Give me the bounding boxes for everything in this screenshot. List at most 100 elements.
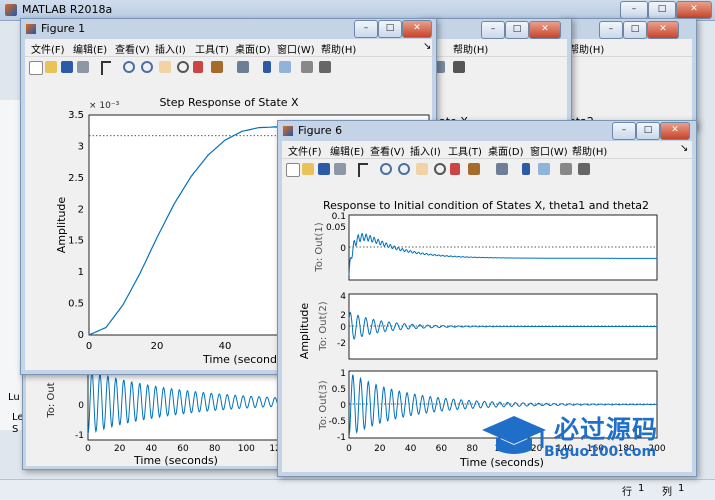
show-tools-icon[interactable] — [578, 163, 590, 175]
zoom-out-icon[interactable] — [141, 61, 153, 73]
main-close-button[interactable]: ✕ — [676, 1, 712, 19]
print-icon[interactable] — [77, 61, 89, 73]
figure-6-title-bar: Figure 6 – □ ✕ — [278, 121, 696, 141]
figure-icon — [26, 24, 36, 34]
zoom-in-icon[interactable] — [123, 61, 135, 73]
dock-icon[interactable] — [453, 61, 465, 73]
menu-desktop[interactable]: 桌面(D) — [488, 143, 524, 158]
subplot-out1-ylabel: To: Out(1) — [314, 222, 325, 272]
colorbar-icon[interactable] — [263, 61, 271, 73]
bg-bottom-ylabel: To: Out — [46, 382, 57, 418]
menu-file[interactable]: 文件(F) — [31, 41, 65, 56]
background-figure-a[interactable]: – □ ✕ 帮助(H) ate X — [420, 18, 572, 130]
colorbar-icon[interactable] — [522, 163, 530, 175]
subplot-out3-ylabel: To: Out(3) — [318, 380, 329, 430]
menu-dock-arrow-icon[interactable]: ↘ — [680, 143, 688, 154]
open-file-icon[interactable] — [45, 61, 57, 73]
menu-window[interactable]: 窗口(W) — [277, 41, 315, 56]
bga-maximize-button[interactable]: □ — [505, 21, 529, 39]
menu-view[interactable]: 查看(V) — [370, 143, 405, 158]
fig1-close-button[interactable]: ✕ — [402, 20, 432, 38]
print-icon[interactable] — [334, 163, 346, 175]
menu-help[interactable]: 帮助(H) — [453, 41, 488, 56]
main-window-title: MATLAB R2018a — [22, 3, 113, 16]
legend-icon[interactable] — [279, 61, 291, 73]
menu-tools[interactable]: 工具(T) — [448, 143, 482, 158]
bgb-menubar: 帮助(H) — [565, 39, 692, 56]
bg-bottom-ytick: -1 — [75, 431, 84, 441]
out1-ytick: 0.1 — [332, 212, 346, 222]
pointer-icon[interactable] — [358, 163, 368, 177]
y-tick-label: 1 — [78, 267, 84, 278]
background-figure-bottom[interactable]: To: Out 0 -1 020406080100120 Time (secon… — [22, 360, 294, 470]
bga-close-button[interactable]: ✕ — [529, 21, 561, 39]
main-maximize-button[interactable]: □ — [648, 1, 676, 19]
fig1-maximize-button[interactable]: □ — [378, 20, 402, 38]
fig6-toolbar — [282, 158, 692, 182]
status-col-label: 列 — [662, 487, 672, 498]
fig1-menubar: 文件(F) 编辑(E) 查看(V) 插入(I) 工具(T) 桌面(D) 窗口(W… — [25, 39, 432, 56]
pan-icon[interactable] — [416, 163, 428, 175]
zoom-in-icon[interactable] — [380, 163, 392, 175]
fig6-maximize-button[interactable]: □ — [636, 122, 660, 140]
menu-edit[interactable]: 编辑(E) — [330, 143, 364, 158]
menu-insert[interactable]: 插入(I) — [410, 143, 441, 158]
fig1-minimize-button[interactable]: – — [354, 20, 378, 38]
menu-window[interactable]: 窗口(W) — [530, 143, 568, 158]
data-cursor-icon[interactable] — [193, 61, 203, 73]
main-minimize-button[interactable]: – — [620, 1, 648, 19]
link-plot-icon[interactable] — [496, 163, 508, 175]
background-figure-b[interactable]: – □ ✕ 帮助(H) eta2 — [560, 18, 697, 130]
y-tick-label: 0 — [78, 330, 84, 341]
y-tick-label: 0.5 — [68, 299, 84, 310]
bg-bottom-ytick: 0 — [78, 401, 84, 411]
fig6-close-button[interactable]: ✕ — [660, 122, 690, 140]
out1-ytick: 0.05 — [326, 223, 346, 233]
fig6-minimize-button[interactable]: – — [612, 122, 636, 140]
figure-1-title-bar: Figure 1 – □ ✕ — [21, 19, 436, 39]
menu-file[interactable]: 文件(F) — [288, 143, 322, 158]
save-icon[interactable] — [61, 61, 73, 73]
rotate-icon[interactable] — [434, 163, 446, 175]
legend-icon[interactable] — [538, 163, 550, 175]
menu-tools[interactable]: 工具(T) — [195, 41, 229, 56]
data-cursor-icon[interactable] — [450, 163, 460, 175]
subplot-out2-ylabel: To: Out(2) — [318, 301, 329, 351]
out3-ytick: 0 — [340, 401, 346, 411]
menu-dock-arrow-icon[interactable]: ↘ — [423, 41, 431, 52]
y-tick-label: 2 — [78, 204, 84, 215]
x-axis-label: Time (seconds) — [202, 353, 287, 366]
out2-ytick: 0 — [340, 323, 346, 333]
menu-help[interactable]: 帮助(H) — [321, 41, 356, 56]
show-tools-icon[interactable] — [319, 61, 331, 73]
menu-insert[interactable]: 插入(I) — [155, 41, 186, 56]
pan-icon[interactable] — [159, 61, 171, 73]
brush-icon[interactable] — [468, 163, 480, 175]
bg-bottom-xlabel: Time (seconds) — [133, 454, 218, 466]
menu-view[interactable]: 查看(V) — [115, 41, 150, 56]
open-file-icon[interactable] — [302, 163, 314, 175]
rotate-icon[interactable] — [177, 61, 189, 73]
bga-minimize-button[interactable]: – — [481, 21, 505, 39]
menu-desktop[interactable]: 桌面(D) — [235, 41, 271, 56]
pointer-icon[interactable] — [101, 61, 111, 75]
menu-help[interactable]: 帮助(H) — [572, 143, 607, 158]
menu-help[interactable]: 帮助(H) — [569, 41, 604, 56]
bgb-toolbar — [565, 56, 692, 80]
watermark-url: Biguo100.com — [544, 444, 657, 460]
save-icon[interactable] — [318, 163, 330, 175]
chart-title: Step Response of State X — [159, 96, 299, 109]
bgb-minimize-button[interactable]: – — [599, 21, 623, 39]
x-tick-label: 60 — [436, 444, 448, 454]
bgb-close-button[interactable]: ✕ — [647, 21, 679, 39]
link-plot-icon[interactable] — [237, 61, 249, 73]
hide-tools-icon[interactable] — [560, 163, 572, 175]
bgb-maximize-button[interactable]: □ — [623, 21, 647, 39]
hide-tools-icon[interactable] — [301, 61, 313, 73]
menu-edit[interactable]: 编辑(E) — [73, 41, 107, 56]
zoom-out-icon[interactable] — [398, 163, 410, 175]
new-figure-icon[interactable] — [29, 61, 43, 75]
figure-1-title: Figure 1 — [41, 22, 86, 35]
brush-icon[interactable] — [211, 61, 223, 73]
new-figure-icon[interactable] — [286, 163, 300, 177]
